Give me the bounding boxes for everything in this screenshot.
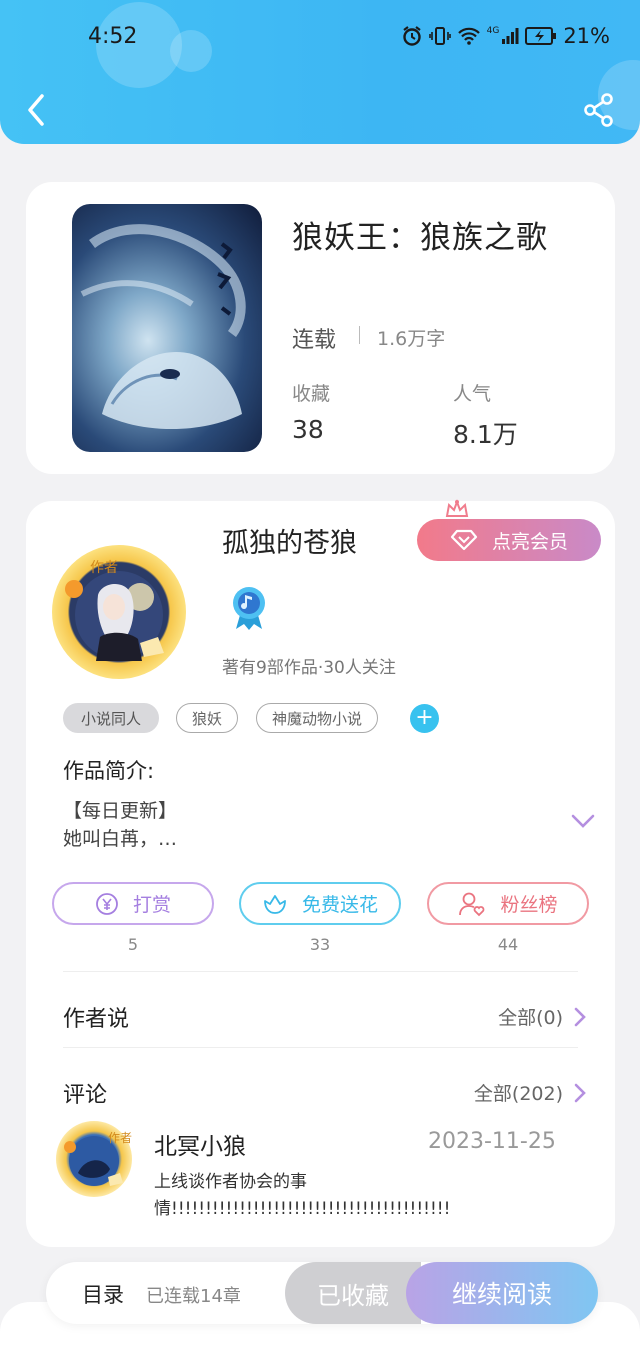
user-heart-icon xyxy=(459,892,485,916)
author-says-count: 全部(0) xyxy=(498,1007,563,1029)
back-button[interactable] xyxy=(22,92,54,128)
wifi-icon xyxy=(457,27,480,45)
fans-count: 44 xyxy=(497,935,519,954)
comment-text[interactable]: 上线谈作者协会的事情!!!!!!!!!!!!!!!!!!!!!!!!!!!!!!… xyxy=(154,1169,450,1223)
commenter-name[interactable]: 北冥小狼 xyxy=(154,1127,246,1161)
divider xyxy=(359,326,360,344)
chapter-count: 已连载14章 xyxy=(146,1286,241,1307)
comments-count: 全部(202) xyxy=(473,1083,563,1105)
favorites-label: 收藏 xyxy=(292,383,331,405)
music-note-badge-icon xyxy=(233,587,265,630)
vibrate-icon xyxy=(428,27,451,45)
popularity-label: 人气 xyxy=(453,383,492,405)
word-count: 1.6万字 xyxy=(377,328,446,350)
chevron-left-icon xyxy=(28,94,44,126)
tag-chip[interactable]: 神魔动物小说 xyxy=(256,703,378,733)
intro-label: 作品简介: xyxy=(63,759,155,783)
battery-icon xyxy=(525,27,557,45)
reward-count: 5 xyxy=(127,935,139,954)
activate-vip-button[interactable]: 点亮会员 xyxy=(417,519,601,561)
continue-label: 继续阅读 xyxy=(451,1280,552,1309)
detail-card: 作者 孤独的苍狼 点亮会员 著有9部作品·30人关注 小说同人 狼妖 神魔动物小… xyxy=(26,499,615,1247)
flower-label: 免费送花 xyxy=(301,894,378,916)
divider xyxy=(63,1047,578,1048)
tag-chip[interactable]: 狼妖 xyxy=(176,703,238,733)
favorites-count: 38 xyxy=(292,415,324,444)
share-icon xyxy=(584,93,613,127)
book-cover[interactable] xyxy=(72,204,262,452)
author-badge: 作者 xyxy=(90,560,118,576)
author-stats: 著有9部作品·30人关注 xyxy=(222,658,396,678)
chevron-right-icon xyxy=(574,1083,586,1102)
author-says-all-link[interactable]: 全部(0) xyxy=(498,1003,587,1030)
crown-icon xyxy=(445,499,469,517)
comments-title: 评论 xyxy=(63,1083,108,1108)
author-says-title: 作者说 xyxy=(63,1007,130,1032)
comment-date: 2023-11-25 xyxy=(428,1129,556,1154)
commenter-badge: 作者 xyxy=(108,1131,133,1145)
flower-icon xyxy=(264,894,286,914)
decor-bubble xyxy=(170,30,212,72)
flower-count: 33 xyxy=(309,935,331,954)
continue-reading-button[interactable]: 继续阅读 xyxy=(406,1262,598,1324)
author-name[interactable]: 孤独的苍狼 xyxy=(222,521,357,560)
wolf-cover-art xyxy=(80,224,246,429)
top-header: 4:52 4G 21% xyxy=(0,0,640,144)
intro-text[interactable]: 【每日更新】 她叫白苒，… xyxy=(63,797,177,853)
book-info-card: 狼妖王：狼族之歌 连载 1.6万字 收藏 38 人气 8.1万 xyxy=(26,182,615,474)
bottom-action-bar: 目录 已连载14章 已收藏 继续阅读 xyxy=(46,1262,598,1324)
avatar-portrait xyxy=(65,571,164,661)
divider xyxy=(63,971,578,972)
intro-line: 她叫白苒，… xyxy=(63,828,178,850)
status-time: 4:52 xyxy=(88,24,138,49)
author-avatar[interactable] xyxy=(52,545,186,679)
vip-label: 点亮会员 xyxy=(491,530,568,553)
book-title: 狼妖王：狼族之歌 xyxy=(292,220,548,256)
book-status: 连载 xyxy=(292,328,337,353)
battery-level: 21% xyxy=(563,24,610,48)
add-tag-button[interactable]: + xyxy=(410,704,439,733)
alarm-icon xyxy=(402,26,421,46)
favorited-label: 已收藏 xyxy=(317,1281,389,1310)
popularity-count: 8.1万 xyxy=(453,420,518,449)
favorited-button[interactable]: 已收藏 xyxy=(285,1262,421,1324)
status-icons: 4G 21% xyxy=(401,24,610,48)
reward-label: 打赏 xyxy=(132,894,171,916)
yen-icon xyxy=(96,892,118,915)
share-button[interactable] xyxy=(582,92,616,128)
intro-line: 【每日更新】 xyxy=(63,800,178,822)
signal-icon xyxy=(502,28,519,44)
diamond-icon xyxy=(450,529,478,551)
toc-button[interactable]: 目录 xyxy=(82,1279,124,1309)
fans-label: 粉丝榜 xyxy=(500,894,558,916)
free-flower-button[interactable]: 免费送花 xyxy=(239,882,401,925)
chevron-down-icon[interactable] xyxy=(570,813,596,829)
comments-all-link[interactable]: 全部(202) xyxy=(474,1079,587,1106)
chevron-right-icon xyxy=(574,1007,586,1026)
reward-button[interactable]: 打赏 xyxy=(52,882,214,925)
tag-chip[interactable]: 小说同人 xyxy=(63,703,159,733)
network-type: 4G xyxy=(486,26,500,36)
fan-ranking-button[interactable]: 粉丝榜 xyxy=(427,882,589,925)
